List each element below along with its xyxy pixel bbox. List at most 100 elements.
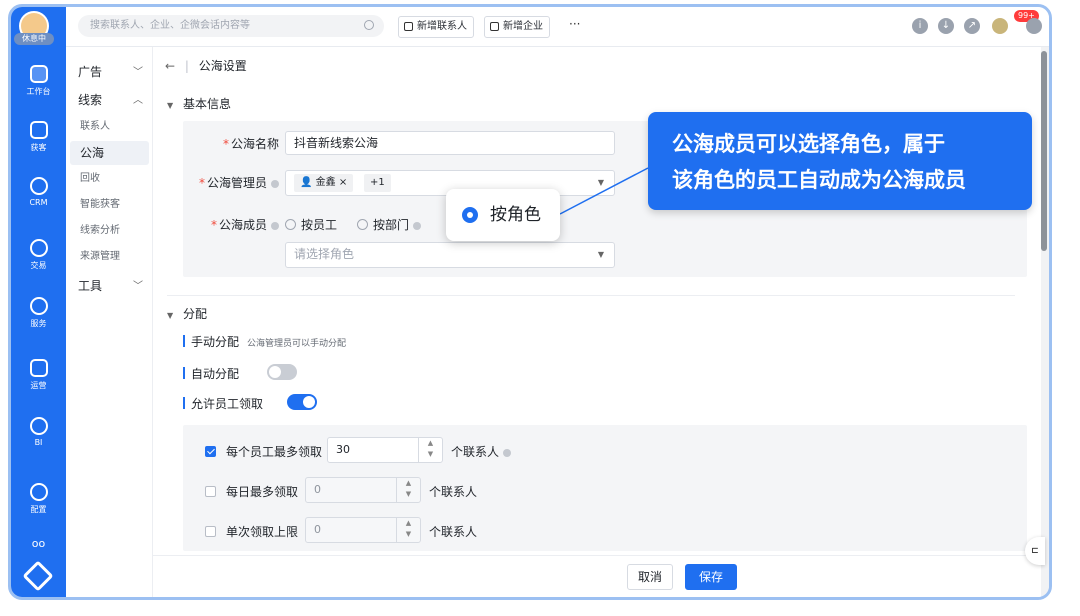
info-icon xyxy=(271,179,279,188)
rule-single-limit[interactable]: 单次领取上限 xyxy=(205,523,298,540)
rail-label: BI xyxy=(34,438,43,447)
rail-item-workbench[interactable]: 工作台 xyxy=(11,65,66,97)
required-mark: * xyxy=(210,218,217,232)
help-icon[interactable] xyxy=(1026,18,1042,34)
info-icon xyxy=(271,221,279,230)
nav-group-leads[interactable]: 线索 ︿ xyxy=(78,91,143,108)
rail-label: 运营 xyxy=(30,381,47,390)
crm-icon xyxy=(29,177,48,195)
stepper-icon[interactable]: ▲ ▼ xyxy=(418,438,442,462)
daily-max-input[interactable]: 0 ▲ ▼ xyxy=(305,477,421,503)
collapse-triangle-icon: ▼ xyxy=(167,101,174,110)
notification-bell-icon[interactable] xyxy=(992,18,1008,34)
manual-assign-label: 手动分配 xyxy=(191,335,240,349)
section-title: 基本信息 xyxy=(182,97,231,111)
admin-tag[interactable]: 👤 金鑫 × xyxy=(294,174,354,192)
callout-line-1: 公海成员可以选择角色，属于 xyxy=(672,132,945,156)
add-contact-button[interactable]: 新增联系人 xyxy=(398,16,474,38)
member-role-callout: 公海成员可以选择角色，属于 该角色的员工自动成为公海成员 xyxy=(648,112,1032,210)
allow-claim-toggle[interactable] xyxy=(287,394,317,410)
nav-item-contacts[interactable]: 联系人 xyxy=(70,115,149,139)
rail-more[interactable]: oo xyxy=(11,537,66,550)
back-arrow-icon[interactable]: ← xyxy=(165,59,175,73)
pool-name-input[interactable]: 抖音新线索公海 xyxy=(285,131,615,155)
admin-tag-label: 金鑫 xyxy=(315,177,336,188)
left-rail: 休息中 工作台 获客 CRM 交易 服务 运营 BI 配置 oo xyxy=(11,7,66,597)
radio-by-employee[interactable]: 按员工 xyxy=(285,216,337,233)
scrollbar-track[interactable] xyxy=(1041,47,1049,597)
nav-item-public-pool[interactable]: 公海 xyxy=(70,141,149,165)
input-value: 0 xyxy=(314,483,321,496)
nav-item-source-mgmt[interactable]: 来源管理 xyxy=(70,245,149,269)
role-option-callout: 按角色 xyxy=(446,189,560,241)
single-limit-input[interactable]: 0 ▲ ▼ xyxy=(305,517,421,543)
rule2-unit: 个联系人 xyxy=(429,485,478,499)
radio-by-department[interactable]: 按部门 xyxy=(357,216,422,233)
person-icon: 👤 xyxy=(300,177,316,188)
dropdown-arrow-icon: ▼ xyxy=(597,178,604,187)
add-company-button[interactable]: 新增企业 xyxy=(484,16,550,38)
rail-item-trade[interactable]: 交易 xyxy=(11,239,66,271)
yen-icon xyxy=(29,239,48,257)
rule-daily-max[interactable]: 每日最多领取 xyxy=(205,483,298,500)
rail-item-acquire[interactable]: 获客 xyxy=(11,121,66,153)
footer-bar: 取消 保存 xyxy=(153,555,1041,597)
role-placeholder: 请选择角色 xyxy=(294,247,355,261)
info-icon xyxy=(413,221,422,230)
rule-max-per-employee[interactable]: 每个员工最多领取 xyxy=(205,443,322,460)
side-panel-tab-icon[interactable]: ⊏ xyxy=(1025,537,1045,565)
input-value: 30 xyxy=(336,443,350,456)
max-per-employee-input[interactable]: 30 ▲ ▼ xyxy=(327,437,443,463)
role-select[interactable]: 请选择角色 ▼ xyxy=(285,242,615,268)
global-search-input[interactable]: 搜索联系人、企业、企微会话内容等 xyxy=(78,15,384,37)
user-status: 休息中 xyxy=(14,33,54,45)
save-button[interactable]: 保存 xyxy=(685,564,737,590)
share-icon[interactable]: ↗ xyxy=(964,18,980,34)
nav-group-tools[interactable]: 工具 ﹀ xyxy=(78,277,143,294)
scrollbar-thumb[interactable] xyxy=(1041,51,1047,251)
cancel-button[interactable]: 取消 xyxy=(627,564,673,590)
brand-logo-icon xyxy=(22,560,54,592)
rail-item-service[interactable]: 服务 xyxy=(11,297,66,329)
rule-label: 每个员工最多领取 xyxy=(226,445,323,459)
section-divider xyxy=(167,295,1015,296)
checkbox-icon xyxy=(205,526,216,537)
rail-item-bi[interactable]: BI xyxy=(11,417,66,447)
nav-group-label: 工具 xyxy=(78,279,103,293)
checkbox-icon xyxy=(205,486,216,497)
chart-icon xyxy=(29,359,48,377)
auto-assign-toggle[interactable] xyxy=(267,364,297,380)
rail-item-operate[interactable]: 运营 xyxy=(11,359,66,391)
rule-label: 每日最多领取 xyxy=(226,485,299,499)
nav-item-lead-analysis[interactable]: 线索分析 xyxy=(70,219,149,243)
app-window: 休息中 工作台 获客 CRM 交易 服务 运营 BI 配置 oo 搜索联系人、企… xyxy=(8,4,1052,600)
label-text: 公海成员 xyxy=(218,218,267,232)
radio-label: 按部门 xyxy=(373,218,410,232)
search-placeholder: 搜索联系人、企业、企微会话内容等 xyxy=(90,20,250,31)
more-actions-button[interactable]: ··· xyxy=(569,17,580,31)
pool-admin-label: * 公海管理员 xyxy=(191,174,279,191)
nav-item-recycle[interactable]: 回收 xyxy=(70,167,149,191)
section-assign[interactable]: ▼ 分配 xyxy=(167,305,207,322)
rail-label: 服务 xyxy=(30,319,47,328)
acquire-icon xyxy=(29,121,48,139)
info-icon[interactable]: i xyxy=(912,18,928,34)
admin-more-tag[interactable]: +1 xyxy=(364,174,391,192)
radio-circle-icon xyxy=(357,219,368,230)
rail-label: 工作台 xyxy=(26,87,51,96)
checkbox-checked-icon xyxy=(205,446,216,457)
section-title: 分配 xyxy=(182,307,207,321)
download-icon[interactable]: ↓ xyxy=(938,18,954,34)
radio-selected-icon xyxy=(462,207,478,223)
stepper-icon[interactable]: ▲ ▼ xyxy=(396,478,420,502)
top-bar: 搜索联系人、企业、企微会话内容等 新增联系人 新增企业 ··· i ↓ ↗ 99… xyxy=(66,7,1049,47)
rail-item-crm[interactable]: CRM xyxy=(11,177,66,207)
rail-item-config[interactable]: 配置 xyxy=(11,483,66,515)
section-basic-info[interactable]: ▼ 基本信息 xyxy=(167,95,231,112)
nav-item-smart-acquire[interactable]: 智能获客 xyxy=(70,193,149,217)
nav-group-ads[interactable]: 广告 ﹀ xyxy=(78,63,143,80)
role-option-label: 按角色 xyxy=(490,205,541,225)
rail-label: 交易 xyxy=(30,261,47,270)
stepper-icon[interactable]: ▲ ▼ xyxy=(396,518,420,542)
radio-circle-icon xyxy=(285,219,296,230)
